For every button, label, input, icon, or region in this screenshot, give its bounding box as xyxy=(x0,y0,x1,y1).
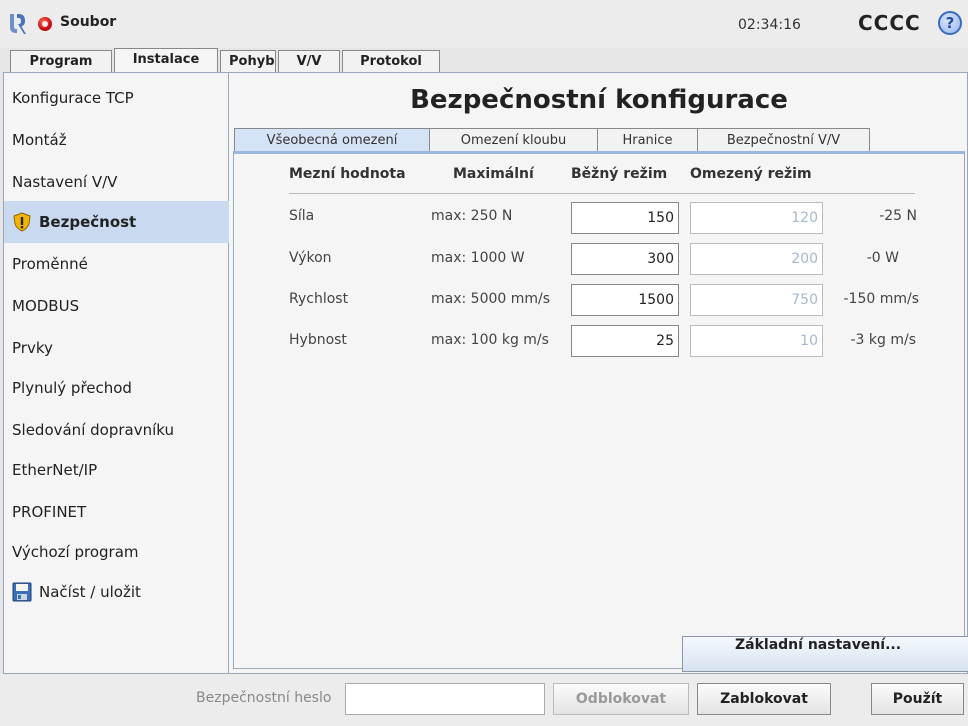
row-max-power: max: 1000 W xyxy=(431,250,525,266)
sidebar-item-features[interactable]: Prvky xyxy=(4,327,229,369)
force-normal-input[interactable] xyxy=(571,202,679,234)
tab-program[interactable]: Program xyxy=(10,50,112,72)
sidebar-item-load-save[interactable]: Načíst / uložit xyxy=(4,571,229,613)
sidebar-item-smooth-transition[interactable]: Plynulý přechod xyxy=(4,367,229,409)
password-input[interactable] xyxy=(345,683,545,715)
sidebar-item-label: Bezpečnost xyxy=(39,213,137,231)
sidebar-item-profinet[interactable]: PROFINET xyxy=(4,491,229,533)
sidebar-item-label: Sledování dopravníku xyxy=(12,421,174,439)
tab-general-limits[interactable]: Všeobecná omezení xyxy=(234,128,430,152)
clock: 02:34:16 xyxy=(738,17,801,33)
tab-safety-io[interactable]: Bezpečnostní V/V xyxy=(698,128,870,152)
momentum-reduced-input xyxy=(690,325,823,357)
password-label: Bezpečnostní heslo xyxy=(196,690,332,706)
sidebar-item-label: Konfigurace TCP xyxy=(12,89,134,107)
main-panel: Konfigurace TCP Montáž Nastavení V/V Bez… xyxy=(3,72,968,674)
row-label-momentum: Hybnost xyxy=(289,332,347,348)
sidebar-item-conveyor-tracking[interactable]: Sledování dopravníku xyxy=(4,409,229,451)
sidebar-item-default-program[interactable]: Výchozí program xyxy=(4,531,229,573)
file-menu[interactable]: Soubor xyxy=(60,14,116,30)
row-label-force: Síla xyxy=(289,208,315,224)
lock-button[interactable]: Zablokovat xyxy=(697,683,831,715)
ur-logo-icon xyxy=(10,14,26,34)
row-label-power: Výkon xyxy=(289,250,332,266)
header-reduced-mode: Omezený režim xyxy=(690,166,812,182)
sidebar-item-label: Nastavení V/V xyxy=(12,173,118,191)
power-reduced-input xyxy=(690,243,823,275)
header-normal-mode: Běžný režim xyxy=(571,166,668,182)
unlock-button: Odblokovat xyxy=(553,683,689,715)
floppy-disk-icon xyxy=(12,582,32,602)
sidebar-item-label: Plynulý přechod xyxy=(12,379,132,397)
sidebar-item-label: MODBUS xyxy=(12,297,80,315)
force-reduced-input xyxy=(690,202,823,234)
sidebar-item-io-setup[interactable]: Nastavení V/V xyxy=(4,161,229,203)
apply-button[interactable]: Použít xyxy=(871,683,964,715)
tab-log[interactable]: Protokol xyxy=(342,50,440,72)
sidebar-item-safety[interactable]: Bezpečnost xyxy=(4,201,229,243)
tab-installation[interactable]: Instalace xyxy=(114,48,218,72)
default-settings-button[interactable]: Základní nastavení... xyxy=(682,636,968,672)
main-tabs: Program Instalace Pohyb V/V Protokol xyxy=(0,48,968,72)
sidebar-item-label: Prvky xyxy=(12,339,53,357)
header-divider xyxy=(289,193,915,194)
robot-name: CCCC xyxy=(858,11,921,35)
power-delta: -0 W xyxy=(866,250,899,266)
page-title: Bezpečnostní konfigurace xyxy=(410,85,788,115)
header-max: Maximální xyxy=(453,166,534,182)
speed-delta: -150 mm/s xyxy=(843,291,919,307)
sidebar-item-mounting[interactable]: Montáž xyxy=(4,119,229,161)
sidebar-item-label: EtherNet/IP xyxy=(12,461,98,479)
sidebar-item-ethernet-ip[interactable]: EtherNet/IP xyxy=(4,449,229,491)
momentum-normal-input[interactable] xyxy=(571,325,679,357)
force-delta: -25 N xyxy=(879,208,917,224)
bottom-bar: Bezpečnostní heslo Odblokovat Zablokovat… xyxy=(0,674,968,726)
speed-reduced-input xyxy=(690,284,823,316)
header-limit: Mezní hodnota xyxy=(289,166,406,182)
safety-subtabs: Všeobecná omezení Omezení kloubu Hranice… xyxy=(231,128,967,152)
sidebar-item-label: PROFINET xyxy=(12,503,87,521)
content-area: Bezpečnostní konfigurace Všeobecná omeze… xyxy=(231,73,968,673)
tab-boundaries[interactable]: Hranice xyxy=(598,128,698,152)
speed-normal-input[interactable] xyxy=(571,284,679,316)
sidebar-item-tcp[interactable]: Konfigurace TCP xyxy=(4,77,229,119)
sidebar: Konfigurace TCP Montáž Nastavení V/V Bez… xyxy=(4,73,229,673)
sidebar-item-label: Proměnné xyxy=(12,255,88,273)
sidebar-item-label: Montáž xyxy=(12,131,67,149)
tab-joint-limits[interactable]: Omezení kloubu xyxy=(430,128,598,152)
warning-shield-icon xyxy=(13,212,31,232)
row-max-speed: max: 5000 mm/s xyxy=(431,291,551,307)
sidebar-item-label: Výchozí program xyxy=(12,543,139,561)
momentum-delta: -3 kg m/s xyxy=(850,332,916,348)
help-icon[interactable]: ? xyxy=(938,11,962,35)
tab-move[interactable]: Pohyb xyxy=(220,50,276,72)
sidebar-item-modbus[interactable]: MODBUS xyxy=(4,285,229,327)
sidebar-item-label: Načíst / uložit xyxy=(39,583,141,601)
sidebar-item-variables[interactable]: Proměnné xyxy=(4,243,229,285)
row-max-momentum: max: 100 kg m/s xyxy=(431,332,549,348)
power-normal-input[interactable] xyxy=(571,243,679,275)
row-label-speed: Rychlost xyxy=(289,291,349,307)
status-indicator-icon xyxy=(38,17,52,31)
row-max-force: max: 250 N xyxy=(431,208,513,224)
top-bar: Soubor 02:34:16 CCCC ? xyxy=(0,0,968,48)
tab-io[interactable]: V/V xyxy=(278,50,340,72)
